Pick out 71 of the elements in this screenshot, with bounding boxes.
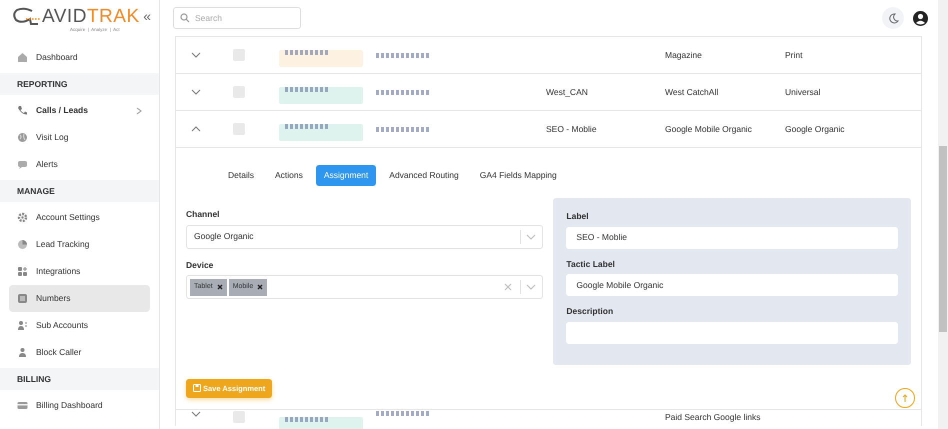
house-icon: [17, 52, 28, 63]
chevron-down-icon[interactable]: [191, 52, 201, 58]
field-label: Tactic Label: [566, 258, 616, 270]
save-icon: [193, 384, 201, 392]
user-avatar-icon[interactable]: [913, 10, 928, 26]
table-cell: West_CAN: [546, 86, 588, 97]
card-icon: [17, 400, 28, 411]
field-label: Channel: [186, 208, 221, 220]
sidebar-item[interactable]: Account Settings: [9, 204, 150, 231]
redacted-text: [376, 411, 431, 416]
people-icon: [17, 320, 28, 331]
section-header: MANAGE: [0, 180, 159, 202]
section-header: BILLING: [0, 368, 159, 390]
sidebar-item[interactable]: Lead Tracking: [9, 231, 150, 258]
table-cell: Print: [785, 50, 802, 60]
moon-icon: [888, 12, 898, 24]
redacted-text: [376, 90, 431, 94]
redacted-text: [376, 126, 431, 132]
table-cell: West CatchAll: [665, 86, 718, 97]
sidebar-item[interactable]: Block Caller: [9, 339, 150, 366]
input-field[interactable]: [566, 322, 898, 344]
table-cell: Google Organic: [785, 124, 845, 134]
arrow-up-icon: [902, 394, 908, 402]
chevron-down-icon[interactable]: [191, 411, 201, 417]
row-checkbox[interactable]: [232, 411, 244, 423]
tab[interactable]: GA4 Fields Mapping: [472, 165, 565, 186]
field-label: Device: [186, 258, 214, 272]
field-label: Description: [566, 305, 614, 318]
tab[interactable]: Advanced Routing: [381, 165, 467, 186]
table-cell: Universal: [785, 86, 820, 97]
sidebar-item[interactable]: Sub Accounts: [9, 312, 150, 339]
swoosh-logo-icon: [12, 6, 42, 26]
search-box[interactable]: Search: [173, 7, 301, 29]
theme-toggle-button[interactable]: [882, 7, 904, 29]
globe-icon: [17, 132, 28, 143]
field-label: Label: [566, 210, 590, 222]
sidebar-item[interactable]: Integrations: [9, 258, 150, 285]
table-cell: SEO - Moblie: [546, 124, 597, 134]
sidebar-item[interactable]: Numbers: [9, 285, 150, 312]
input-field[interactable]: SEO - Moblie: [566, 226, 898, 248]
grid-icon: [17, 266, 28, 277]
gear-icon: [17, 212, 28, 223]
sidebar-item[interactable]: Alerts: [9, 151, 150, 178]
person-icon: [17, 347, 28, 358]
tab[interactable]: Actions: [266, 165, 311, 186]
collapse-button[interactable]: «: [143, 6, 151, 27]
channel-select[interactable]: Google Organic: [186, 224, 544, 248]
pie-chart-icon: [17, 239, 28, 250]
redacted-text: [376, 52, 431, 58]
phone-icon: [17, 105, 28, 116]
chevron-down-icon: [526, 284, 536, 290]
chevron-up-icon[interactable]: [191, 126, 201, 132]
square-icon: [17, 293, 28, 304]
scrollbar[interactable]: [938, 0, 948, 429]
chevron-down-icon: [526, 234, 536, 240]
sidebar-item[interactable]: Billing Dashboard: [9, 392, 150, 419]
chat-icon: [17, 159, 28, 170]
table-cell: Google Mobile Organic: [665, 124, 752, 134]
sidebar-item[interactable]: Visit Log: [9, 124, 150, 151]
chevron-down-icon[interactable]: [191, 89, 201, 95]
table-cell: Magazine: [665, 50, 702, 60]
section-header: REPORTING: [0, 73, 159, 95]
remove-icon[interactable]: [257, 284, 264, 290]
remove-icon[interactable]: [216, 284, 223, 290]
tab[interactable]: Details: [220, 165, 262, 186]
sidebar-item[interactable]: Dashboard: [9, 44, 150, 71]
search-icon: [180, 13, 190, 23]
sidebar-item[interactable]: Calls / Leads: [9, 97, 150, 124]
brand-logo: AVIDTRAK: [42, 7, 140, 26]
table-cell: Paid Search Google links: [665, 412, 760, 422]
input-field[interactable]: Google Mobile Organic: [566, 274, 898, 296]
